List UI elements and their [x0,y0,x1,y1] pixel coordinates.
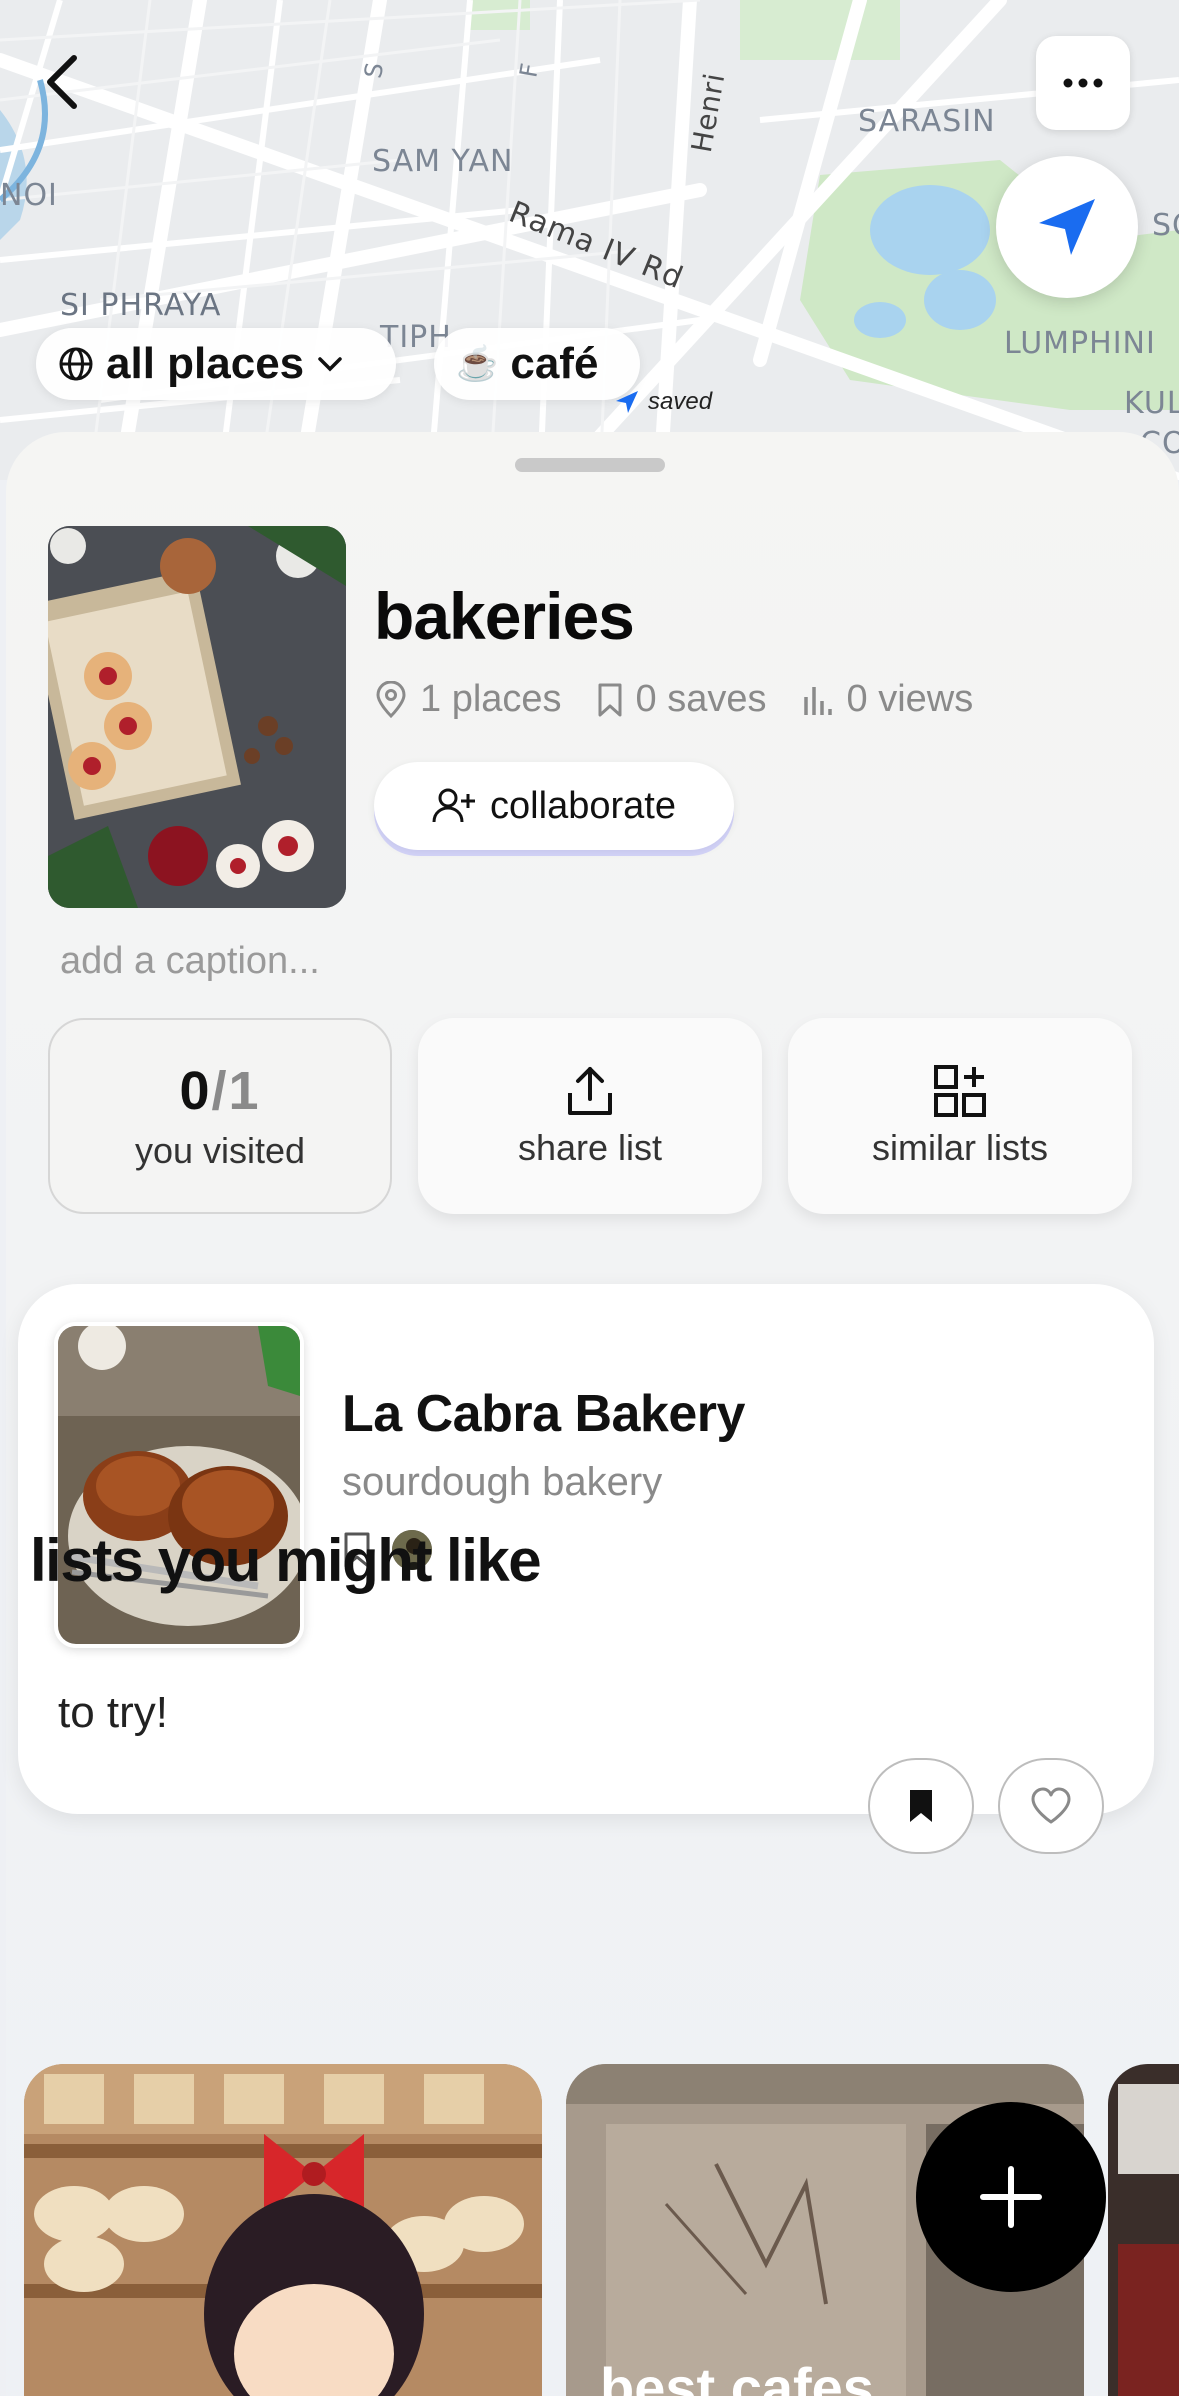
croissant-photo [58,1326,300,1644]
filter-cafe[interactable]: ☕ café [434,328,640,400]
visited-count: 0/1 [179,1060,260,1122]
map-label-sarasin: SARASIN [858,104,996,139]
visited-label: you visited [134,1130,306,1171]
bar-chart-icon [803,686,832,715]
map-view[interactable]: SAM YAN SARASIN SI PHRAYA LUMPHINI NOI K… [0,0,1179,480]
visited-progress-tile[interactable]: 0/1 you visited [48,1018,392,1214]
section-title-lists-you-might-like: lists you might like [30,1527,542,1594]
similar-lists-label: similar lists [872,1127,1048,1168]
ellipsis-icon [1063,78,1103,88]
map-label-noi: NOI [0,178,58,213]
visited-count-total: 1 [228,1061,261,1121]
similar-lists-button[interactable]: similar lists [788,1018,1132,1214]
collaborate-label: collaborate [490,784,676,827]
map-label-kul: KUL [1124,386,1179,421]
globe-icon [59,347,93,381]
list-title: bakeries [374,579,635,653]
location-pin-icon [376,680,406,718]
map-pin-icon [616,391,638,413]
filter-all-places[interactable]: all places [36,328,396,400]
bookmark-icon [598,683,622,716]
more-options-button[interactable] [1036,36,1130,130]
saves-count-stat: 0 saves [596,678,767,721]
share-list-button[interactable]: share list [418,1018,762,1214]
map-label-so: SO [1152,208,1179,243]
place-name[interactable]: La Cabra Bakery [342,1384,745,1444]
collaborate-button[interactable]: collaborate [374,762,734,850]
heart-icon [1031,1787,1071,1824]
saved-map-marker[interactable]: saved [614,388,712,416]
grid-plus-icon [934,1065,986,1117]
location-arrow-icon [1039,199,1095,255]
views-count: 0 views [846,678,974,720]
bookmark-filled-icon [910,1790,932,1822]
add-place-button[interactable] [916,2102,1106,2292]
share-list-label: share list [517,1127,663,1168]
map-label-si-phraya: SI PHRAYA [60,288,222,323]
plus-icon [980,2166,1042,2228]
places-count: 1 places [420,678,562,720]
kiki-bakery-illustration [24,2064,542,2396]
bakery-photo [48,526,346,908]
caption-input[interactable]: add a caption... [60,940,320,983]
back-button[interactable] [30,46,94,118]
recommended-list-card[interactable] [1108,2064,1179,2396]
visited-count-value: 0 [179,1061,212,1121]
map-label-lumphini: LUMPHINI [1004,326,1156,361]
coffee-icon: ☕ [456,345,499,383]
recommended-list-title: best cafes [600,2356,874,2396]
saved-bookmark-button[interactable] [868,1758,974,1854]
chevron-left-icon [47,55,77,109]
visited-count-slash: / [211,1061,229,1121]
list-cover-image[interactable] [48,526,346,908]
restaurant-photo [1108,2064,1179,2396]
place-note: to try! [58,1688,169,1737]
places-count-stat: 1 places [374,678,562,721]
map-label-sam-yan: SAM YAN [372,144,514,179]
place-photo[interactable] [54,1322,304,1648]
saved-marker-label: saved [648,388,713,415]
list-stats: 1 places 0 saves 0 views [374,678,973,721]
filter-cafe-label: café [510,339,599,388]
add-user-icon [432,788,476,823]
filter-all-places-label: all places [106,339,305,388]
like-button[interactable] [998,1758,1104,1854]
sheet-grabber[interactable] [515,458,665,472]
locate-me-button[interactable] [996,156,1138,298]
chevron-down-icon [318,357,342,372]
share-icon [568,1067,612,1115]
place-type: sourdough bakery [342,1460,663,1504]
saves-count: 0 saves [635,678,767,720]
recommended-list-card[interactable] [24,2064,542,2396]
views-count-stat: 0 views [801,678,974,721]
